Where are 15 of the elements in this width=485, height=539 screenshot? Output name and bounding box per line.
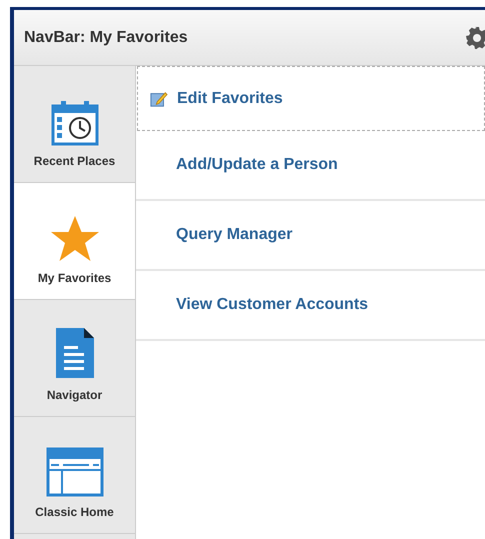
settings-icon[interactable]	[465, 26, 485, 50]
calendar-clock-icon	[50, 100, 98, 146]
window-icon	[46, 447, 104, 497]
panel-title: NavBar: My Favorites	[24, 28, 188, 46]
sidebar-tab[interactable]: Navigator	[14, 300, 135, 417]
star-icon	[50, 215, 100, 263]
edit-favorites-link[interactable]: Edit Favorites	[177, 90, 283, 108]
document-icon	[54, 326, 96, 380]
sidebar-tab[interactable]: Classic Home	[14, 417, 135, 534]
favorite-link[interactable]: View Customer Accounts	[176, 296, 368, 314]
sidebar-tab[interactable]: Recent Places	[14, 66, 135, 183]
edit-pencil-icon	[150, 90, 168, 108]
favorite-link[interactable]: Add/Update a Person	[176, 156, 338, 174]
favorite-link[interactable]: Query Manager	[176, 226, 292, 244]
sidebar-tab[interactable]: My Favorites	[14, 183, 135, 300]
